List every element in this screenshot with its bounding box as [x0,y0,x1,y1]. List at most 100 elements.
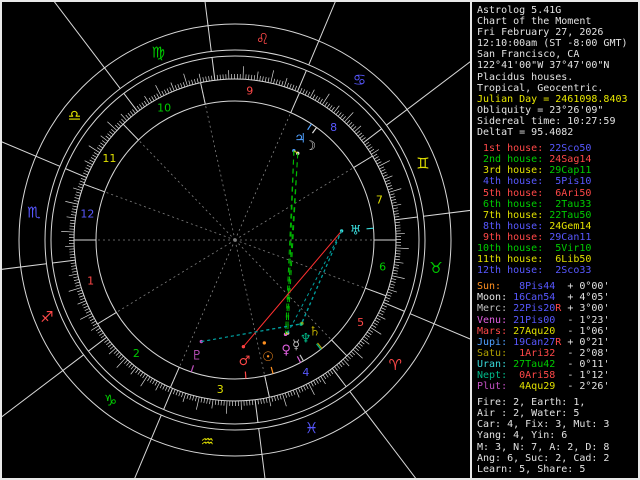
degree-tick [180,83,183,89]
degree-tick [77,186,83,189]
sign-divider [386,61,470,126]
house-number-9: 9 [246,85,253,98]
panel-text: 21Pis00 [513,314,556,326]
degree-tick [217,400,219,406]
house-spoke [365,287,387,297]
degree-tick [52,259,76,264]
panel-line: Chart of the Moment [477,16,638,27]
degree-tick [271,396,274,402]
panel-text: Mars: [477,325,514,337]
degree-tick [379,166,385,170]
degree-tick [393,267,399,269]
degree-tick [263,398,265,404]
degree-tick [355,130,361,135]
aspect-sextile-mercury-uranus [287,230,343,334]
degree-tick [84,308,90,311]
degree-tick [391,275,405,279]
degree-tick [93,152,99,156]
degree-tick [95,327,101,332]
house-number-11: 11 [102,152,116,165]
degree-tick [375,317,381,321]
degree-tick [374,319,380,323]
degree-tick [226,400,228,414]
degree-tick [96,147,102,151]
degree-tick [262,76,264,82]
degree-tick [384,299,390,303]
panel-line: Tropical, Geocentric. [477,83,638,94]
panel-line: Plut: 4Aqu29 - 2°26' [477,381,638,392]
degree-tick [70,219,76,222]
panel-line: M: 3, N: 7, A: 2, D: 8 [477,442,638,453]
panel-text: 19Can27 [513,336,556,348]
degree-tick [155,85,162,97]
degree-tick [317,97,321,102]
degree-tick [76,191,81,194]
degree-tick [386,182,391,185]
degree-tick [362,128,382,144]
degree-tick [71,265,77,267]
degree-tick [268,397,272,407]
degree-tick [211,75,213,81]
house-spoke [83,183,105,193]
panel-text: Fri February 27, 2026 [477,27,604,39]
degree-tick [90,157,96,161]
panel-line: 1st house: 22Sco50 [477,143,638,154]
house-number-3: 3 [217,383,224,396]
degree-tick [329,369,334,375]
degree-tick [253,75,256,81]
degree-tick [382,174,388,177]
panel-text: - 1°06' [561,325,610,337]
degree-tick [71,208,77,211]
degree-tick [91,320,96,324]
degree-tick [348,122,353,127]
degree-tick [154,380,158,386]
panel-text: 27Tau42 [513,358,556,370]
degree-tick [281,81,284,86]
panel-text: 12:10:00am (ST -8:00 GMT) [477,38,628,50]
panel-line: 12:10:00am (ST -8:00 GMT) [477,38,638,49]
degree-tick [164,89,167,95]
panel-text: 27Aqu20 [513,325,556,337]
degree-tick [370,326,382,335]
panel-text: Satu: [477,347,514,359]
panel-text: Air : 2, Water: 5 [477,408,580,420]
panel-text: - 2°26' [561,381,610,393]
panel-text: Astrolog 5.41G [477,5,562,16]
degree-tick [125,114,130,120]
panel-text: 24Gem14 [549,220,592,232]
degree-tick [395,247,409,249]
panel-text: San Francisco, CA [477,49,580,61]
panel-text: - 1°12' [561,370,610,381]
degree-tick [80,177,86,181]
panel-text: Sidereal time: 10:27:59 [477,115,616,127]
degree-tick [294,85,298,91]
degree-tick [153,94,157,100]
astrolog-window: ♈ ♉ ♊ ♋ ♌ ♍ ♎ ♏ ♐ ♑ ♒ ♓ 1 2 3 4 5 6 7 8 9 10 11 12 ☉ ☽ ☿ ♀ ♂ ♃ ♄ ♅ ♆ ♇ As… [0,0,640,480]
degree-tick [92,154,97,158]
degree-tick [166,88,170,94]
degree-tick [123,93,139,113]
degree-tick [331,106,335,112]
degree-tick [88,336,108,352]
degree-tick [85,310,91,314]
degree-tick [324,101,328,107]
panel-line: Moon: 16Can54 + 4°05' [477,292,638,303]
panel-text: 9th house: [477,231,550,243]
degree-tick [105,135,110,140]
degree-tick [348,353,353,358]
degree-tick [364,141,370,146]
panel-line: Fri February 27, 2026 [477,27,638,38]
degree-tick [135,368,139,374]
planet-tick-venus [296,356,302,363]
house-spoke [331,339,348,357]
planet-dot-sun [262,341,267,345]
planet-tick-moon [311,127,318,134]
panel-line: Venu: 21Pis00 - 1°23' [477,315,638,326]
house-cusp-line [170,239,236,388]
degree-tick [346,355,351,360]
panel-text: 29Cap11 [549,165,592,177]
house-spoke [122,123,139,141]
sign-glyph-sagittarius: ♐ [40,308,53,326]
degree-tick [346,120,351,125]
degree-tick [259,75,261,81]
